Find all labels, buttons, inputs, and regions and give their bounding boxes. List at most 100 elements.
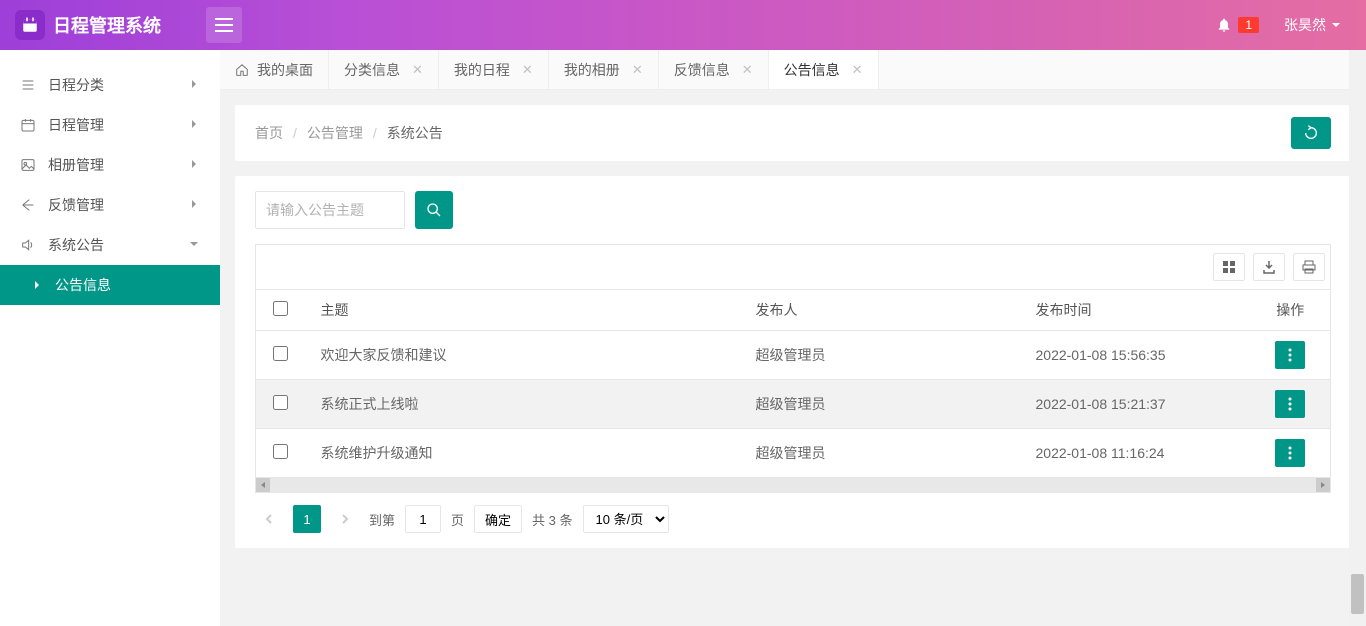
more-vertical-icon bbox=[1288, 446, 1292, 460]
chevron-right-icon bbox=[188, 157, 200, 173]
sidebar: 日程分类 日程管理 相册管理 反馈管理 系统公告 公告信息 bbox=[0, 50, 220, 626]
chevron-right-icon bbox=[188, 117, 200, 133]
tab-announcement-info[interactable]: 公告信息 ✕ bbox=[769, 50, 879, 89]
cell-publisher: 超级管理员 bbox=[741, 429, 1021, 478]
chevron-down-icon bbox=[188, 237, 200, 253]
close-icon[interactable]: ✕ bbox=[412, 62, 423, 78]
goto-page-input[interactable] bbox=[405, 505, 441, 533]
bell-icon bbox=[1216, 17, 1232, 33]
sidebar-label: 系统公告 bbox=[48, 235, 104, 255]
image-icon bbox=[20, 157, 36, 173]
sidebar-item-schedule[interactable]: 日程管理 bbox=[0, 105, 220, 145]
sidebar-item-announcement[interactable]: 系统公告 bbox=[0, 225, 220, 265]
sidebar-label: 日程分类 bbox=[48, 75, 104, 95]
chevron-right-icon bbox=[188, 77, 200, 93]
table-row: 系统正式上线啦超级管理员2022-01-08 15:21:37 bbox=[256, 380, 1331, 429]
calendar-outline-icon bbox=[20, 117, 36, 133]
logo: 日程管理系统 bbox=[0, 10, 176, 40]
more-vertical-icon bbox=[1288, 397, 1292, 411]
sidebar-toggle-button[interactable] bbox=[206, 7, 242, 43]
search-icon bbox=[426, 202, 442, 218]
tab-feedback-info[interactable]: 反馈信息 ✕ bbox=[659, 50, 769, 89]
main-content: 我的桌面 分类信息 ✕ 我的日程 ✕ 我的相册 ✕ 反馈信息 ✕ 公告信息 ✕ bbox=[220, 50, 1366, 626]
sidebar-subitem-label: 公告信息 bbox=[55, 275, 111, 295]
pagination: 1 到第 页 确定 共 3 条 10 条/页 bbox=[255, 493, 1331, 533]
horizontal-scrollbar[interactable] bbox=[255, 478, 1331, 493]
tab-label: 我的相册 bbox=[564, 60, 620, 80]
tab-label: 我的日程 bbox=[454, 60, 510, 80]
tab-label: 公告信息 bbox=[784, 60, 840, 80]
tab-category-info[interactable]: 分类信息 ✕ bbox=[329, 50, 439, 89]
data-table: 主题 发布人 发布时间 操作 欢迎大家反馈和建议超级管理员2022-01-08 … bbox=[255, 289, 1331, 478]
tab-bar: 我的桌面 分类信息 ✕ 我的日程 ✕ 我的相册 ✕ 反馈信息 ✕ 公告信息 ✕ bbox=[220, 50, 1366, 90]
sidebar-subitem-announcement-info[interactable]: 公告信息 bbox=[0, 265, 220, 305]
calendar-icon bbox=[15, 10, 45, 40]
select-all-checkbox[interactable] bbox=[273, 301, 288, 316]
speaker-icon bbox=[20, 237, 36, 253]
export-button[interactable] bbox=[1253, 253, 1285, 281]
breadcrumb-separator: / bbox=[293, 125, 297, 141]
username-label: 张昊然 bbox=[1284, 15, 1326, 35]
user-menu[interactable]: 张昊然 bbox=[1284, 15, 1341, 35]
row-checkbox[interactable] bbox=[273, 346, 288, 361]
breadcrumb-root[interactable]: 首页 bbox=[255, 123, 283, 143]
col-time: 发布时间 bbox=[1021, 290, 1251, 331]
chevron-right-icon bbox=[188, 197, 200, 213]
close-icon[interactable]: ✕ bbox=[852, 62, 863, 78]
content-card: 主题 发布人 发布时间 操作 欢迎大家反馈和建议超级管理员2022-01-08 … bbox=[235, 176, 1351, 548]
tab-label: 反馈信息 bbox=[674, 60, 730, 80]
next-page-button[interactable] bbox=[331, 505, 359, 533]
more-vertical-icon bbox=[1288, 348, 1292, 362]
breadcrumb-mid[interactable]: 公告管理 bbox=[307, 123, 363, 143]
prev-page-button[interactable] bbox=[255, 505, 283, 533]
header-right: 1 张昊然 bbox=[1216, 15, 1366, 35]
breadcrumb: 首页 / 公告管理 / 系统公告 bbox=[235, 105, 1351, 161]
tab-my-schedule[interactable]: 我的日程 ✕ bbox=[439, 50, 549, 89]
row-action-button[interactable] bbox=[1275, 390, 1305, 418]
sidebar-label: 反馈管理 bbox=[48, 195, 104, 215]
cell-publisher: 超级管理员 bbox=[741, 380, 1021, 429]
share-icon bbox=[20, 197, 36, 213]
export-icon bbox=[1262, 260, 1276, 274]
print-button[interactable] bbox=[1293, 253, 1325, 281]
table-header-row: 主题 发布人 发布时间 操作 bbox=[256, 290, 1331, 331]
home-icon bbox=[235, 63, 249, 77]
row-action-button[interactable] bbox=[1275, 439, 1305, 467]
col-op: 操作 bbox=[1251, 290, 1331, 331]
sidebar-item-feedback[interactable]: 反馈管理 bbox=[0, 185, 220, 225]
page-number[interactable]: 1 bbox=[293, 505, 321, 533]
notification-badge: 1 bbox=[1238, 17, 1259, 33]
page-suffix: 页 bbox=[451, 510, 464, 529]
row-action-button[interactable] bbox=[1275, 341, 1305, 369]
tab-my-album[interactable]: 我的相册 ✕ bbox=[549, 50, 659, 89]
list-icon bbox=[20, 77, 36, 93]
sidebar-item-album[interactable]: 相册管理 bbox=[0, 145, 220, 185]
goto-confirm-button[interactable]: 确定 bbox=[474, 505, 522, 533]
cell-publisher: 超级管理员 bbox=[741, 331, 1021, 380]
table-toolbar bbox=[255, 244, 1331, 289]
row-checkbox[interactable] bbox=[273, 395, 288, 410]
total-count: 共 3 条 bbox=[532, 510, 572, 529]
close-icon[interactable]: ✕ bbox=[632, 62, 643, 78]
scroll-left-button[interactable] bbox=[256, 478, 270, 492]
scroll-right-button[interactable] bbox=[1316, 478, 1330, 492]
caret-down-icon bbox=[1331, 20, 1341, 30]
tab-label: 我的桌面 bbox=[257, 60, 313, 80]
per-page-select[interactable]: 10 条/页 bbox=[583, 505, 669, 533]
scrollbar-thumb[interactable] bbox=[1351, 574, 1364, 614]
refresh-button[interactable] bbox=[1291, 117, 1331, 149]
close-icon[interactable]: ✕ bbox=[742, 62, 753, 78]
sidebar-label: 相册管理 bbox=[48, 155, 104, 175]
row-checkbox[interactable] bbox=[273, 444, 288, 459]
close-icon[interactable]: ✕ bbox=[522, 62, 533, 78]
cell-time: 2022-01-08 11:16:24 bbox=[1021, 429, 1251, 478]
sidebar-item-category[interactable]: 日程分类 bbox=[0, 65, 220, 105]
search-input[interactable] bbox=[255, 191, 405, 229]
tab-desktop[interactable]: 我的桌面 bbox=[220, 50, 329, 89]
table-row: 系统维护升级通知超级管理员2022-01-08 11:16:24 bbox=[256, 429, 1331, 478]
vertical-scrollbar[interactable] bbox=[1349, 50, 1366, 626]
columns-button[interactable] bbox=[1213, 253, 1245, 281]
search-button[interactable] bbox=[415, 191, 453, 229]
hamburger-icon bbox=[215, 18, 233, 32]
notification-button[interactable]: 1 bbox=[1216, 17, 1259, 33]
